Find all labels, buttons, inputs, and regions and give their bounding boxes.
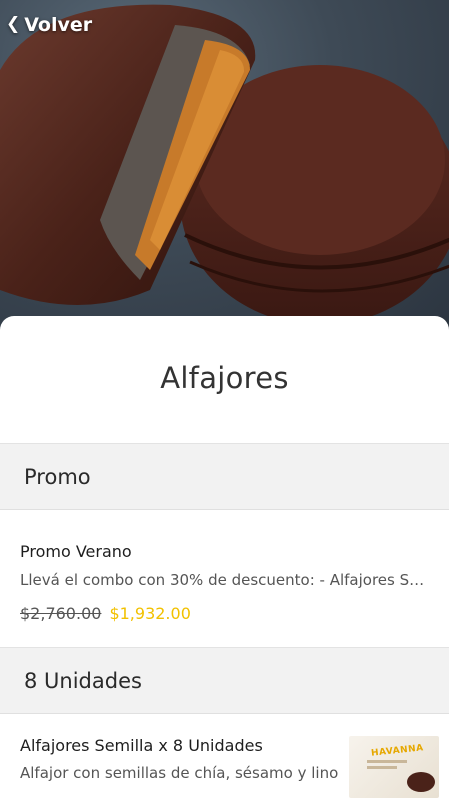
chevron-left-icon: ❮ [6,14,21,34]
sale-price: $1,932.00 [109,604,191,623]
back-button-label: Volver [24,14,93,36]
price-row: $2,760.00 $1,932.00 [20,604,191,623]
product-description: Llevá el combo con 30% de descuento: - A… [20,571,425,589]
alfajor-package-image [367,760,435,792]
product-item-alfajores-semilla[interactable]: Alfajores Semilla x 8 Unidades Alfajor c… [0,714,449,800]
product-description: Alfajor con semillas de chía, sésamo y l… [20,764,339,782]
original-price: $2,760.00 [20,604,102,623]
product-name: Promo Verano [20,542,132,561]
section-title: 8 Unidades [24,668,142,693]
product-item-promo-verano[interactable]: Promo Verano Llevá el combo con 30% de d… [0,510,449,648]
section-header-promo: Promo [0,444,449,510]
product-name: Alfajores Semilla x 8 Unidades [20,736,263,755]
hero-image: ❮ Volver [0,0,449,330]
product-thumbnail: HAVANNA [349,736,439,798]
back-button[interactable]: ❮ Volver [6,14,92,36]
category-title-card: Alfajores [0,316,449,444]
section-title: Promo [24,464,91,489]
section-header-8-unidades: 8 Unidades [0,648,449,714]
page-title: Alfajores [160,360,289,395]
alfajor-photo [0,4,449,325]
